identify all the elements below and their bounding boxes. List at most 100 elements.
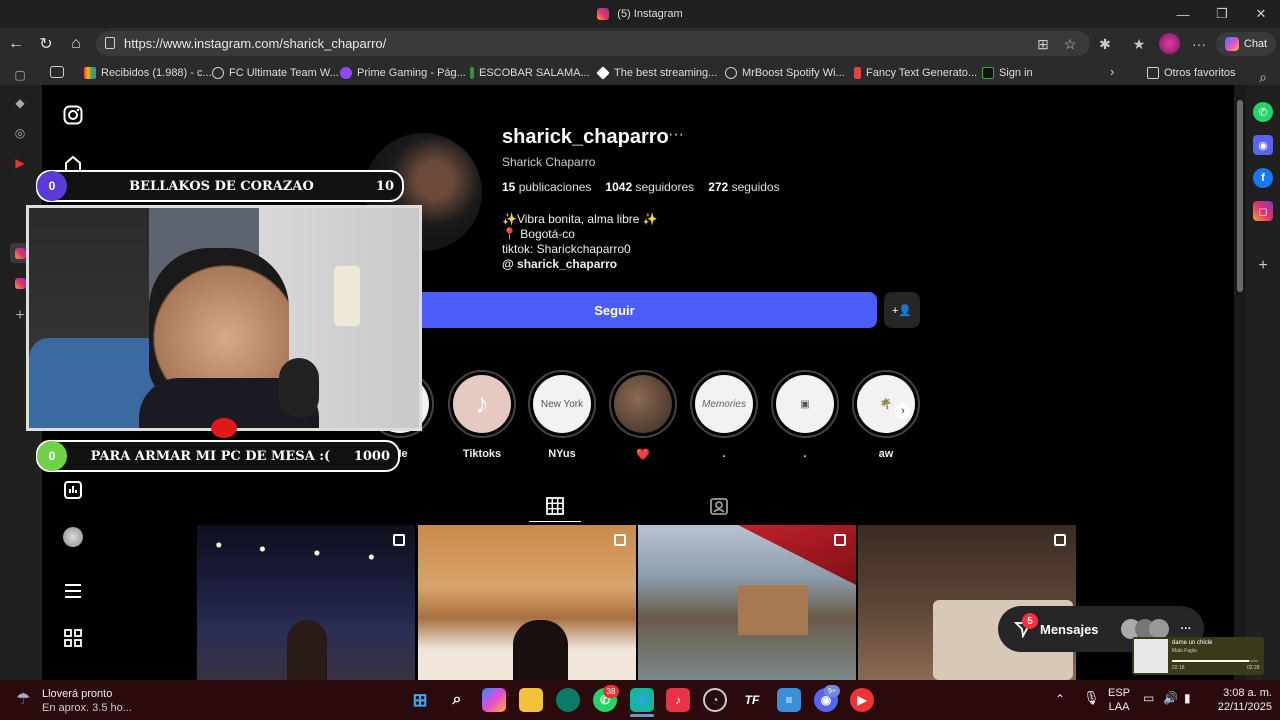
search-icon[interactable]: ⌕ — [1253, 67, 1273, 87]
post-thumbnail[interactable] — [638, 525, 856, 680]
bookmark-mrboost[interactable]: MrBoost Spotify Wi... — [725, 64, 845, 81]
followers-stat[interactable]: 1042 seguidores — [605, 180, 694, 194]
copilot-icon[interactable] — [482, 688, 506, 712]
favorites-icon[interactable]: ★ — [1130, 35, 1148, 53]
chevron-up-icon[interactable]: ⌃ — [1055, 692, 1065, 706]
more-apps-icon[interactable] — [62, 627, 84, 649]
bookmark-fc[interactable]: FC Ultimate Team W... — [212, 64, 339, 81]
weather-widget[interactable]: Lloverá pronto En aprox. 3.5 ho... — [42, 687, 132, 715]
music-widget[interactable]: dame un chicle Mala Fagla 02:18 02:28 — [1132, 637, 1264, 675]
chevron-right-icon[interactable]: › — [895, 403, 911, 419]
menu-icon[interactable] — [62, 580, 84, 602]
weather-icon[interactable]: ☂ — [16, 689, 30, 709]
more-icon[interactable]: ··· — [1181, 623, 1192, 635]
threads-icon: @ — [502, 257, 518, 271]
bookmark-streaming[interactable]: The best streaming... — [596, 64, 717, 81]
profile-avatar[interactable] — [1159, 33, 1180, 54]
highlight-nyus[interactable]: New York — [528, 370, 596, 438]
back-icon[interactable]: ← — [4, 32, 28, 56]
discord-icon[interactable]: ◉ — [1253, 135, 1273, 155]
post-thumbnail[interactable] — [418, 525, 636, 680]
tab-panel-icon[interactable]: ▢ — [10, 65, 30, 85]
posts-stat[interactable]: 15 publicaciones — [502, 180, 591, 194]
highlight-label: . — [722, 448, 726, 460]
edge-dev-icon[interactable] — [556, 688, 580, 712]
bookmark-signin[interactable]: Sign in — [982, 64, 1033, 81]
window-title-bar: (5) Instagram — [0, 0, 1280, 28]
close-button[interactable]: ✕ — [1242, 0, 1280, 28]
bookmark-gmail[interactable]: Recibidos (1.988) - c... — [84, 64, 212, 81]
refresh-icon[interactable]: ↻ — [34, 32, 58, 56]
profile-avatar[interactable] — [63, 527, 83, 547]
suggest-user-button[interactable]: +👤 — [884, 292, 920, 328]
obs-icon[interactable]: ◔ — [703, 688, 727, 712]
threads-link[interactable]: @ sharick_chaparro — [502, 257, 658, 272]
globe-icon — [725, 66, 737, 79]
whatsapp-badge: 38 — [603, 685, 619, 698]
microphone-icon[interactable]: 🎙 — [1083, 690, 1100, 706]
instagram-logo-icon[interactable] — [62, 104, 84, 126]
whatsapp-icon[interactable]: ✆ — [1253, 102, 1273, 122]
media-player-icon[interactable]: ▶ — [850, 688, 874, 712]
instagram-icon — [597, 8, 610, 20]
options-button[interactable]: ··· — [668, 126, 684, 144]
tagged-icon[interactable] — [709, 496, 729, 516]
posts-grid-icon[interactable] — [545, 496, 565, 516]
maximize-button[interactable]: ❐ — [1203, 0, 1241, 28]
highlight-tiktoks[interactable]: ♪ — [448, 370, 516, 438]
folder-icon — [1147, 66, 1159, 79]
language-indicator[interactable]: ESP LAA — [1108, 686, 1130, 714]
highlight-heart[interactable] — [609, 370, 677, 438]
windows-start-icon[interactable]: ⊞ — [408, 688, 432, 712]
bookmark-escobar[interactable]: ESCOBAR SALAMA... — [470, 64, 590, 81]
active-app-indicator — [630, 714, 654, 717]
notepad-icon[interactable]: ≡ — [777, 688, 801, 712]
file-explorer-icon[interactable] — [519, 688, 543, 712]
apps-icon[interactable]: ⊞ — [1034, 35, 1052, 53]
highlight-label: NYus — [548, 448, 576, 460]
add-app-icon[interactable]: + — [1253, 256, 1273, 276]
extensions-icon[interactable]: ✱ — [1096, 35, 1114, 53]
scrollbar-thumb[interactable] — [1237, 100, 1243, 292]
tab-youtube-icon[interactable]: ▶ — [10, 153, 30, 173]
minimize-button[interactable]: — — [1164, 0, 1202, 28]
network-icon[interactable]: ▭ — [1143, 691, 1154, 705]
send-icon: 5 — [1013, 613, 1038, 639]
post-thumbnail[interactable] — [197, 525, 415, 680]
copilot-chat-button[interactable]: Chat — [1216, 32, 1276, 56]
following-stat[interactable]: 272 seguidos — [708, 180, 779, 194]
edge-icon[interactable] — [630, 688, 654, 712]
multiple-photos-icon — [614, 534, 626, 546]
multiple-photos-icon — [834, 534, 846, 546]
tf-icon[interactable]: TF — [740, 688, 764, 712]
address-bar[interactable]: https://www.instagram.com/sharick_chapar… — [96, 31, 1090, 56]
profile-stats: 15 publicaciones 1042 seguidores 272 seg… — [502, 180, 780, 194]
chevron-right-icon[interactable]: › — [1110, 64, 1114, 79]
message-avatars — [1120, 619, 1169, 639]
prime-gaming-icon — [340, 66, 352, 79]
search-icon[interactable]: ⌕ — [445, 688, 469, 712]
follow-button[interactable]: Seguir — [352, 292, 877, 328]
bookmark-fancytext[interactable]: Fancy Text Generato... — [854, 64, 977, 81]
tab-actions-icon[interactable] — [50, 66, 64, 78]
goal-bar-bottom: 0 PARA ARMAR MI PC DE MESA :( 1000 — [36, 440, 400, 472]
tab-globe-icon[interactable]: ◎ — [10, 123, 30, 143]
dashboard-icon[interactable] — [62, 479, 84, 501]
tiktok-icon[interactable]: ♪ — [666, 688, 690, 712]
battery-icon[interactable]: ▮ — [1184, 691, 1191, 705]
highlight-dot[interactable]: ▣ — [771, 370, 839, 438]
highlight-memories[interactable]: Memories — [690, 370, 758, 438]
volume-icon[interactable]: 🔊 — [1163, 691, 1178, 705]
facebook-icon[interactable]: f — [1253, 168, 1273, 188]
clock[interactable]: 3:08 a. m. 22/11/2025 — [1206, 686, 1272, 714]
tab-favicon[interactable]: ◆ — [10, 93, 30, 113]
profile-full-name: Sharick Chaparro — [502, 155, 596, 169]
bookmark-prime[interactable]: Prime Gaming - Pág... — [340, 64, 466, 81]
instagram-icon[interactable]: ◻ — [1253, 201, 1273, 221]
home-icon[interactable]: ⌂ — [64, 32, 88, 56]
more-menu-icon[interactable]: ··· — [1190, 35, 1208, 53]
highlight-aw[interactable]: 🌴 — [852, 370, 920, 438]
post-thumbnail[interactable] — [858, 525, 1076, 680]
favorite-star-icon[interactable]: ☆ — [1061, 35, 1079, 53]
other-favorites[interactable]: Otros favoritos — [1147, 64, 1236, 81]
